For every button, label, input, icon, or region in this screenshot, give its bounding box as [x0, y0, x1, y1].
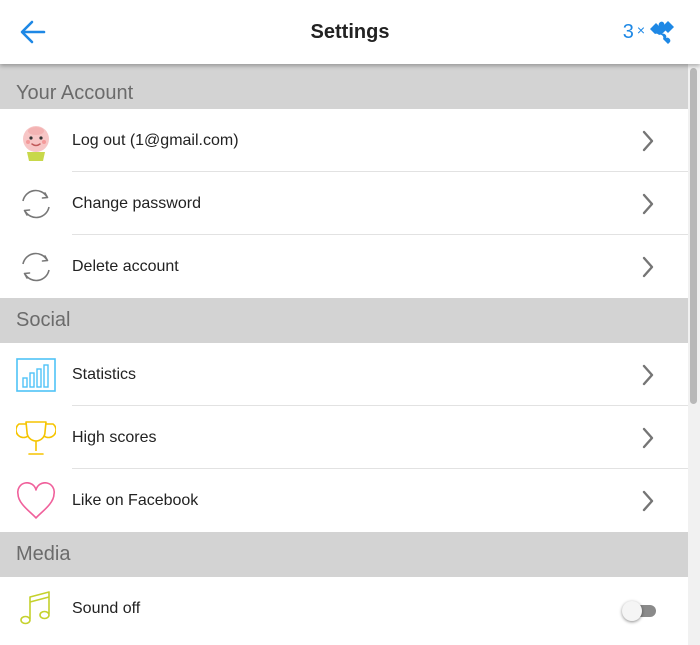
- section-title: Your Account: [16, 82, 134, 104]
- section-header-social: Social: [0, 298, 688, 343]
- page-title: Settings: [310, 20, 390, 43]
- change-password-label: Change password: [72, 194, 201, 212]
- section-title: Social: [16, 309, 71, 331]
- app-bar: Settings 3 ×: [0, 0, 700, 64]
- change-password-row[interactable]: Change password: [0, 172, 688, 235]
- high-scores-label: High scores: [72, 428, 157, 446]
- sound-label: Sound off: [72, 599, 141, 617]
- logout-label: Log out (1@gmail.com): [72, 131, 239, 149]
- section-header-media: Media: [0, 532, 688, 577]
- chevron-right-icon: [638, 129, 658, 153]
- like-facebook-label: Like on Facebook: [72, 491, 199, 509]
- hint-multiplier: ×: [636, 22, 645, 38]
- sound-toggle[interactable]: [622, 599, 660, 621]
- statistics-row[interactable]: Statistics: [0, 343, 688, 406]
- trophy-icon: [15, 417, 57, 459]
- hint-count: 3: [622, 20, 634, 43]
- statistics-label: Statistics: [72, 365, 137, 383]
- section-title: Media: [16, 543, 71, 565]
- settings-list[interactable]: Your Account Log out (1@gmail.com) Chang…: [0, 64, 688, 645]
- avatar-icon: [15, 120, 57, 162]
- chevron-right-icon: [638, 363, 658, 387]
- delete-account-row[interactable]: Delete account: [0, 235, 688, 298]
- chevron-right-icon: [638, 192, 658, 216]
- bar-chart-icon: [15, 354, 57, 396]
- high-scores-row[interactable]: High scores: [0, 406, 688, 469]
- puzzle-piece-icon: [650, 21, 674, 44]
- scrollbar[interactable]: [688, 64, 700, 645]
- logout-row[interactable]: Log out (1@gmail.com): [0, 109, 688, 172]
- sound-row[interactable]: Sound off: [0, 577, 688, 640]
- music-note-icon: [15, 588, 57, 630]
- chevron-right-icon: [638, 489, 658, 513]
- chevron-right-icon: [638, 426, 658, 450]
- arrow-left-icon: [20, 20, 46, 44]
- like-facebook-row[interactable]: Like on Facebook: [0, 469, 688, 532]
- back-button[interactable]: [20, 14, 64, 50]
- delete-account-label: Delete account: [72, 257, 179, 275]
- refresh-icon: [15, 183, 57, 225]
- hint-counter[interactable]: 3 ×: [623, 14, 676, 50]
- section-header-your-account: Your Account: [0, 64, 688, 109]
- heart-icon: [15, 480, 57, 522]
- scrollbar-thumb[interactable]: [690, 68, 697, 404]
- chevron-right-icon: [638, 255, 658, 279]
- toggle-thumb: [622, 600, 642, 621]
- refresh-icon: [15, 246, 57, 288]
